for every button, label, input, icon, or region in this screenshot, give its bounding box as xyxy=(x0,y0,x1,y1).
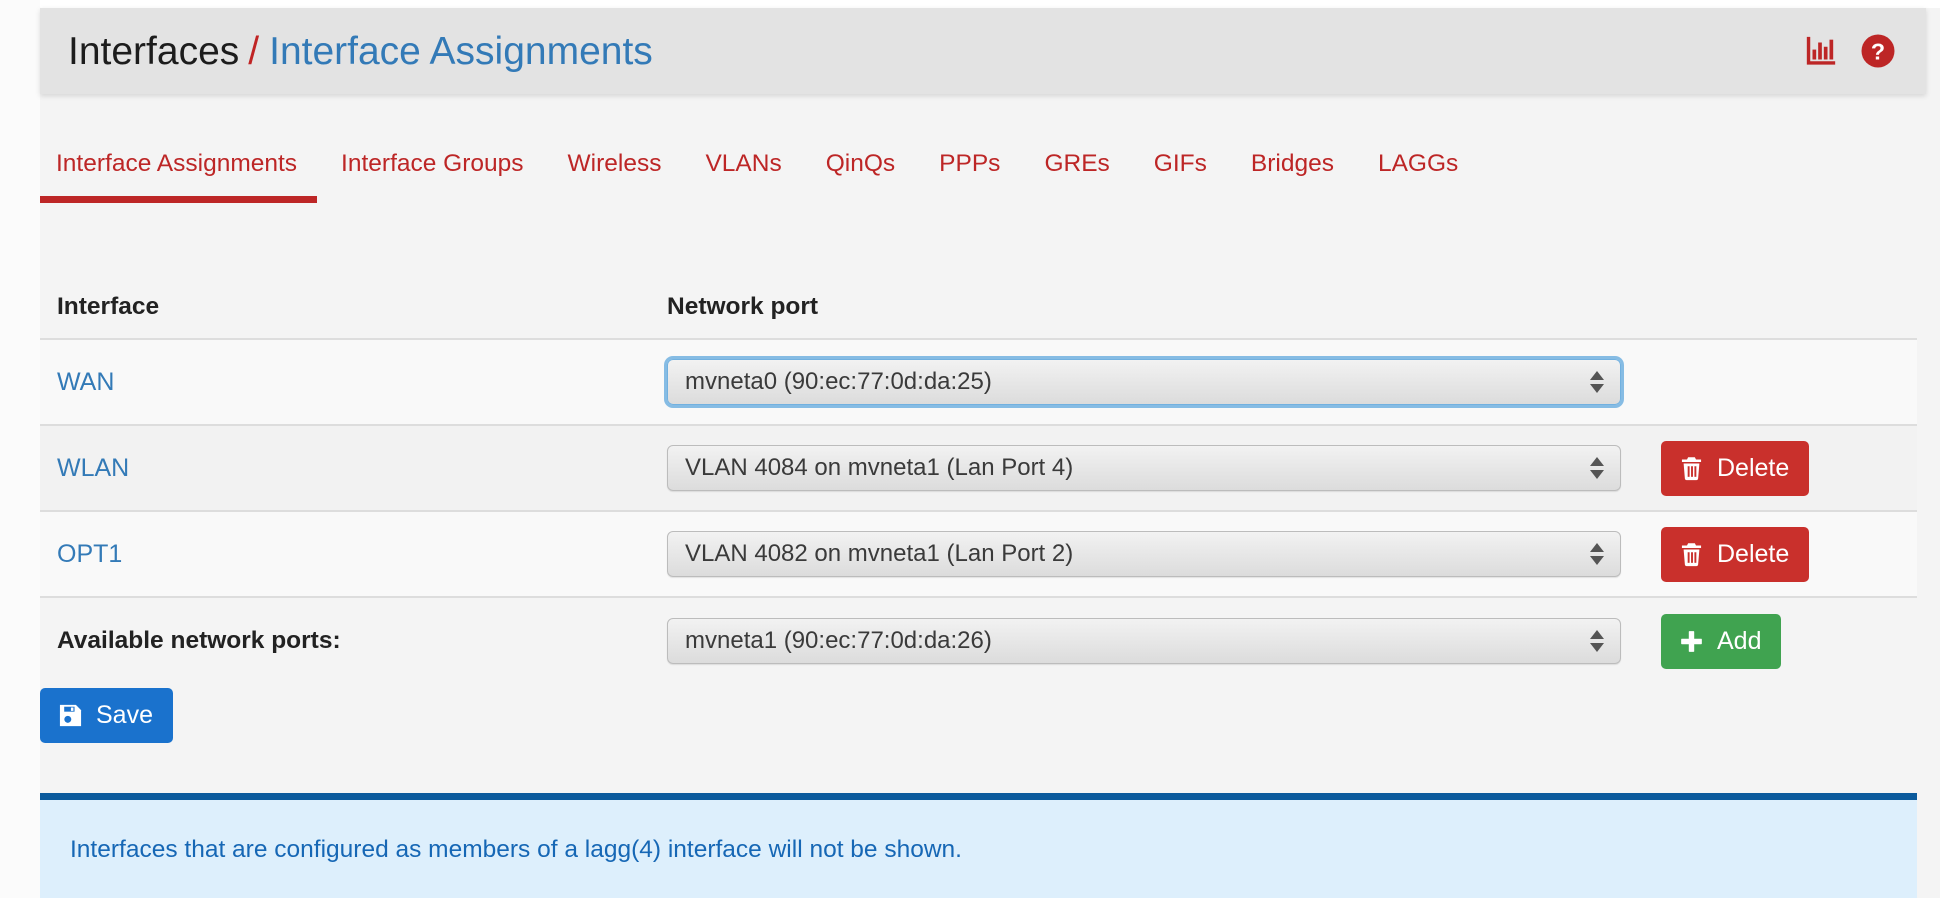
page-root: Interfaces / Interface Assignments ? Int… xyxy=(0,0,1940,898)
available-ports-select-value: mvneta1 (90:ec:77:0d:da:26) xyxy=(685,627,992,654)
available-ports-select-cell: mvneta1 (90:ec:77:0d:da:26) xyxy=(667,618,1637,664)
tab-bridges[interactable]: Bridges xyxy=(1229,150,1356,203)
interface-link-wlan[interactable]: WLAN xyxy=(57,454,129,482)
tab-label: GIFs xyxy=(1153,150,1207,177)
network-port-select-wrapper: mvneta1 (90:ec:77:0d:da:26) xyxy=(667,618,1621,664)
delete-button-label: Delete xyxy=(1717,539,1790,568)
tab-interface-groups[interactable]: Interface Groups xyxy=(319,150,545,203)
network-port-cell: VLAN 4082 on mvneta1 (Lan Port 2) xyxy=(667,531,1637,577)
available-ports-label-cell: Available network ports: xyxy=(40,626,667,654)
chevron-updown-icon xyxy=(1590,630,1604,652)
delete-button-label: Delete xyxy=(1717,453,1790,482)
add-button-label: Add xyxy=(1717,626,1762,655)
chevron-updown-icon xyxy=(1590,543,1604,565)
tab-label: Interface Groups xyxy=(341,150,524,177)
tab-bar: Interface Assignments Interface Groups W… xyxy=(40,150,1926,203)
interface-assignments-table: Interface Network port WAN mvneta0 (90:e… xyxy=(40,277,1917,684)
tab-qinqs[interactable]: QinQs xyxy=(804,150,917,203)
network-port-select-value: VLAN 4084 on mvneta1 (Lan Port 4) xyxy=(685,454,1074,481)
save-button-label: Save xyxy=(96,701,153,729)
network-port-select-opt1[interactable]: VLAN 4082 on mvneta1 (Lan Port 2) xyxy=(667,531,1621,577)
tab-gres[interactable]: GREs xyxy=(1022,150,1131,203)
help-icon[interactable]: ? xyxy=(1860,33,1896,69)
delete-button-opt1[interactable]: Delete xyxy=(1661,526,1810,582)
trash-icon xyxy=(1678,541,1705,568)
info-panel: Interfaces that are configured as member… xyxy=(40,793,1917,898)
table-row: OPT1 VLAN 4082 on mvneta1 (Lan Port 2) D… xyxy=(40,512,1917,598)
column-header-interface: Interface xyxy=(57,293,160,321)
breadcrumb: Interfaces / Interface Assignments xyxy=(68,32,653,71)
tab-label: VLANs xyxy=(705,150,782,177)
svg-text:?: ? xyxy=(1871,38,1885,64)
tab-label: Bridges xyxy=(1250,150,1334,177)
chevron-updown-icon xyxy=(1590,371,1604,393)
tab-ppps[interactable]: PPPs xyxy=(917,150,1022,203)
tab-wireless[interactable]: Wireless xyxy=(546,150,684,203)
status-chart-icon[interactable] xyxy=(1804,34,1838,68)
available-ports-label: Available network ports: xyxy=(57,626,341,654)
interface-cell: OPT1 xyxy=(40,540,667,568)
network-port-cell: VLAN 4084 on mvneta1 (Lan Port 4) xyxy=(667,445,1637,491)
network-port-cell: mvneta0 (90:ec:77:0d:da:25) xyxy=(667,359,1637,405)
tab-laggs[interactable]: LAGGs xyxy=(1356,150,1480,203)
add-button[interactable]: Add xyxy=(1661,613,1782,669)
network-port-select-wrapper: mvneta0 (90:ec:77:0d:da:25) xyxy=(667,359,1621,405)
tab-label: GREs xyxy=(1044,150,1110,177)
tab-interface-assignments[interactable]: Interface Assignments xyxy=(40,150,319,203)
tab-gifs[interactable]: GIFs xyxy=(1132,150,1229,203)
available-ports-row: Available network ports: mvneta1 (90:ec:… xyxy=(40,598,1917,684)
plus-icon xyxy=(1678,628,1705,655)
tab-label: PPPs xyxy=(939,150,1001,177)
page-header: Interfaces / Interface Assignments ? xyxy=(40,8,1926,94)
column-header-network-port: Network port xyxy=(667,293,819,321)
trash-icon xyxy=(1678,455,1705,482)
chevron-updown-icon xyxy=(1590,457,1604,479)
available-ports-actions-cell: Add xyxy=(1637,613,1917,669)
row-actions-cell: Delete xyxy=(1637,440,1917,496)
tab-label: QinQs xyxy=(825,150,896,177)
info-message: Interfaces that are configured as member… xyxy=(70,836,962,863)
breadcrumb-separator: / xyxy=(248,29,260,73)
save-button[interactable]: Save xyxy=(40,688,173,743)
table-row: WAN mvneta0 (90:ec:77:0d:da:25) xyxy=(40,340,1917,426)
tab-label: Interface Assignments xyxy=(56,150,298,177)
form-actions: Save xyxy=(40,688,173,743)
interface-cell: WLAN xyxy=(40,454,667,482)
available-ports-select[interactable]: mvneta1 (90:ec:77:0d:da:26) xyxy=(667,618,1621,664)
network-port-select-wrapper: VLAN 4082 on mvneta1 (Lan Port 2) xyxy=(667,531,1621,577)
network-port-select-value: VLAN 4082 on mvneta1 (Lan Port 2) xyxy=(685,540,1074,567)
interface-link-opt1[interactable]: OPT1 xyxy=(57,540,122,568)
table-header-row: Interface Network port xyxy=(40,277,1917,340)
tab-label: LAGGs xyxy=(1377,150,1459,177)
page-top-gutter xyxy=(0,0,1940,8)
header-icon-group: ? xyxy=(1804,33,1896,69)
page-left-gutter xyxy=(0,0,40,898)
network-port-select-wrapper: VLAN 4084 on mvneta1 (Lan Port 4) xyxy=(667,445,1621,491)
network-port-select-value: mvneta0 (90:ec:77:0d:da:25) xyxy=(685,368,992,395)
row-actions-cell: Delete xyxy=(1637,526,1917,582)
table-row: WLAN VLAN 4084 on mvneta1 (Lan Port 4) D… xyxy=(40,426,1917,512)
breadcrumb-root: Interfaces xyxy=(68,29,240,73)
breadcrumb-current[interactable]: Interface Assignments xyxy=(269,32,653,71)
delete-button-wlan[interactable]: Delete xyxy=(1661,440,1810,496)
network-port-select-wan[interactable]: mvneta0 (90:ec:77:0d:da:25) xyxy=(667,359,1621,405)
interface-link-wan[interactable]: WAN xyxy=(57,368,114,396)
tab-vlans[interactable]: VLANs xyxy=(683,150,803,203)
save-disk-icon xyxy=(57,702,84,729)
interface-cell: WAN xyxy=(40,368,667,396)
tab-label: Wireless xyxy=(567,150,662,177)
network-port-select-wlan[interactable]: VLAN 4084 on mvneta1 (Lan Port 4) xyxy=(667,445,1621,491)
